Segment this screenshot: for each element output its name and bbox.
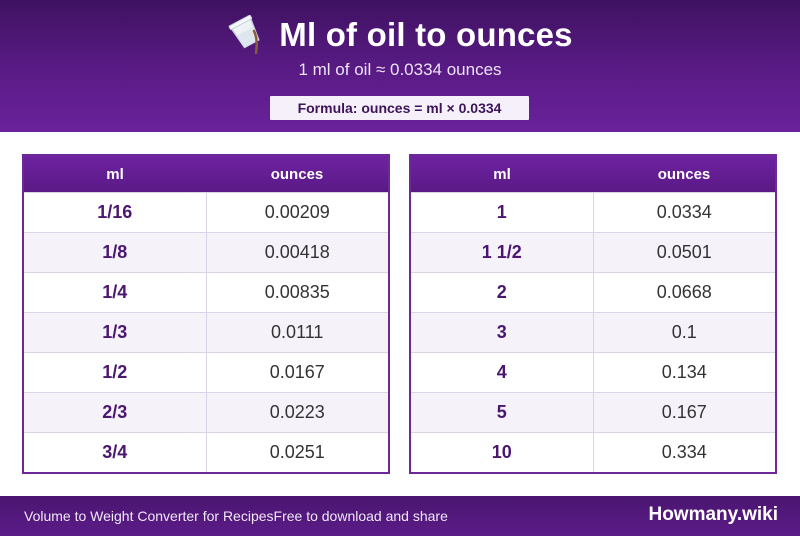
ounces-cell: 0.0501 bbox=[592, 232, 777, 273]
ml-cell: 1/16 bbox=[22, 192, 207, 233]
ml-cell: 1/8 bbox=[22, 232, 207, 273]
ml-cell: 3 bbox=[409, 312, 594, 353]
column-header-ounces: ounces bbox=[593, 155, 776, 193]
ml-cell: 1 1/2 bbox=[409, 232, 594, 273]
ml-cell: 10 bbox=[409, 432, 594, 474]
table-row: 1/16 0.00209 bbox=[22, 192, 390, 233]
ml-cell: 1/4 bbox=[22, 272, 207, 313]
ounces-cell: 0.00209 bbox=[205, 192, 390, 233]
ounces-cell: 0.334 bbox=[592, 432, 777, 474]
table-row: 1 0.0334 bbox=[409, 192, 777, 233]
ml-cell: 3/4 bbox=[22, 432, 207, 474]
ml-cell: 1 bbox=[409, 192, 594, 233]
table-row: 1 1/2 0.0501 bbox=[409, 232, 777, 273]
page-title: Ml of oil to ounces bbox=[279, 16, 573, 53]
formula-badge: Formula: ounces = ml × 0.0334 bbox=[270, 96, 529, 120]
table-header-row: ml ounces bbox=[410, 155, 776, 193]
pouring-cup-icon bbox=[227, 14, 265, 55]
ounces-cell: 0.134 bbox=[592, 352, 777, 393]
column-header-ounces: ounces bbox=[206, 155, 389, 193]
ounces-cell: 0.00835 bbox=[205, 272, 390, 313]
ml-cell: 2/3 bbox=[22, 392, 207, 433]
table-row: 4 0.134 bbox=[409, 352, 777, 393]
column-header-ml: ml bbox=[410, 155, 593, 193]
ounces-cell: 0.0251 bbox=[205, 432, 390, 474]
table-header-row: ml ounces bbox=[23, 155, 389, 193]
ounces-cell: 0.0334 bbox=[592, 192, 777, 233]
header-banner: Ml of oil to ounces 1 ml of oil ≈ 0.0334… bbox=[0, 0, 800, 132]
footer-bar: Volume to Weight Converter for RecipesFr… bbox=[0, 496, 800, 536]
ml-cell: 4 bbox=[409, 352, 594, 393]
table-row: 1/3 0.0111 bbox=[22, 312, 390, 353]
conversion-table-right: ml ounces 1 0.0334 1 1/2 0.0501 2 0.0668… bbox=[409, 154, 777, 474]
table-row: 3/4 0.0251 bbox=[22, 432, 390, 474]
ml-cell: 1/2 bbox=[22, 352, 207, 393]
ounces-cell: 0.167 bbox=[592, 392, 777, 433]
footer-tagline: Volume to Weight Converter for RecipesFr… bbox=[24, 508, 448, 524]
conversion-subtitle: 1 ml of oil ≈ 0.0334 ounces bbox=[298, 60, 502, 79]
ml-cell: 5 bbox=[409, 392, 594, 433]
ml-cell: 1/3 bbox=[22, 312, 207, 353]
title-row: Ml of oil to ounces bbox=[0, 13, 800, 57]
ounces-cell: 0.0668 bbox=[592, 272, 777, 313]
ounces-cell: 0.0111 bbox=[205, 312, 390, 353]
ounces-cell: 0.0223 bbox=[205, 392, 390, 433]
table-row: 3 0.1 bbox=[409, 312, 777, 353]
table-row: 2 0.0668 bbox=[409, 272, 777, 313]
ounces-cell: 0.0167 bbox=[205, 352, 390, 393]
table-row: 1/4 0.00835 bbox=[22, 272, 390, 313]
ounces-cell: 0.00418 bbox=[205, 232, 390, 273]
ml-cell: 2 bbox=[409, 272, 594, 313]
conversion-table-left: ml ounces 1/16 0.00209 1/8 0.00418 1/4 0… bbox=[22, 154, 390, 474]
column-header-ml: ml bbox=[23, 155, 206, 193]
table-row: 1/2 0.0167 bbox=[22, 352, 390, 393]
brand-name: Howmany.wiki bbox=[648, 504, 778, 525]
table-row: 5 0.167 bbox=[409, 392, 777, 433]
ounces-cell: 0.1 bbox=[592, 312, 777, 353]
table-row: 10 0.334 bbox=[409, 432, 777, 474]
table-row: 2/3 0.0223 bbox=[22, 392, 390, 433]
table-row: 1/8 0.00418 bbox=[22, 232, 390, 273]
